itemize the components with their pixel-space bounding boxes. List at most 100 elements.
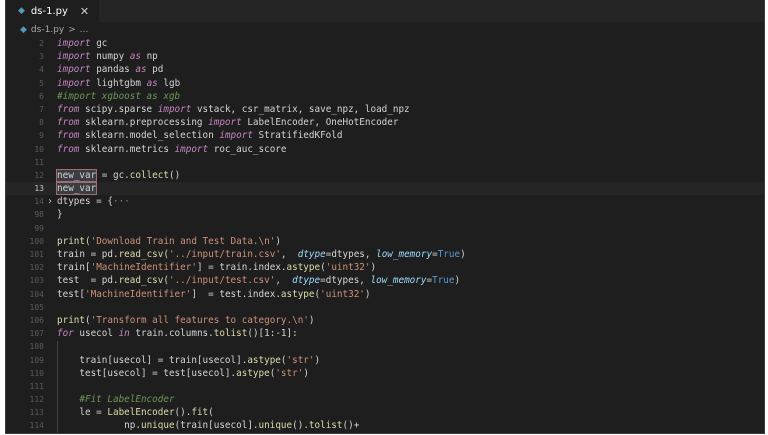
code-text: for usecol in train.columns.tolist()[1:-… xyxy=(57,327,298,340)
selected-text: new_var xyxy=(55,182,98,196)
code-line[interactable]: 98} xyxy=(6,208,764,221)
code-token: as xyxy=(129,51,141,63)
code-line[interactable]: 103 test = pd.read_csv('../input/test.csv… xyxy=(6,274,764,287)
code-line[interactable]: 111 xyxy=(6,380,764,393)
code-text: test['MachineIdentifier'] = test.index.a… xyxy=(57,288,371,301)
code-token: sklearn.model_selection xyxy=(79,130,220,142)
code-line[interactable]: 112 #Fit LabelEncoder xyxy=(6,393,764,406)
code-token: for xyxy=(57,328,74,340)
breadcrumb-symbol[interactable]: ... xyxy=(80,25,89,35)
code-area[interactable]: 2 import gc 3 import numpy as np 4 import pan… xyxy=(6,37,764,433)
code-token: 'Transform all features to category.\n' xyxy=(90,314,309,326)
code-text: #import xgboost as xgb xyxy=(57,90,180,103)
code-line[interactable]: 5 import lightgbm as lgb xyxy=(6,77,764,90)
code-token: fit xyxy=(191,407,209,419)
code-token: import xyxy=(219,130,253,142)
code-token: test[ xyxy=(57,288,85,300)
code-text: import lightgbm as lgb xyxy=(57,77,180,90)
line-number: 108 xyxy=(29,342,44,352)
code-line[interactable]: 100 print('Download Train and Test Data.\… xyxy=(6,235,764,248)
code-token: np xyxy=(140,51,158,63)
code-line[interactable]: 7 from scipy.sparse import vstack, csr_ma… xyxy=(6,103,764,116)
code-line[interactable]: 101 train = pd.read_csv('../input/train.c… xyxy=(6,248,764,261)
code-text: dtypes = {··· xyxy=(57,195,130,208)
code-token: lgb xyxy=(157,77,181,89)
code-token: le = xyxy=(57,407,108,419)
line-number: 2 xyxy=(39,39,44,48)
line-number: 9 xyxy=(39,131,44,141)
code-line[interactable]: 108 xyxy=(6,340,764,353)
code-token: print xyxy=(57,314,85,326)
line-number: 101 xyxy=(29,250,44,259)
code-text: } xyxy=(57,208,63,221)
code-token: ) xyxy=(460,249,466,260)
code-token: , xyxy=(275,275,293,287)
close-icon[interactable]: ✕ xyxy=(80,5,89,18)
line-number: 14 xyxy=(34,197,44,207)
code-token: scipy.sparse xyxy=(79,103,158,115)
tab-bar: ◆ ds-1.py ✕ xyxy=(6,0,764,22)
code-token: ) xyxy=(454,275,461,287)
code-line[interactable]: 114 np.unique(train[usecol].unique().tol… xyxy=(6,419,764,432)
line-number: 107 xyxy=(29,329,44,339)
code-token: ) xyxy=(314,354,321,366)
fold-chevron-icon[interactable]: › xyxy=(47,195,53,208)
code-token: import xyxy=(208,117,242,129)
code-token: import xyxy=(174,143,209,155)
code-line[interactable]: 8 from sklearn.preprocessing import Label… xyxy=(6,116,764,129)
code-line[interactable]: 106 print('Transform all features to cate… xyxy=(6,314,764,327)
line-number: 104 xyxy=(29,289,44,299)
code-token: =dtypes, xyxy=(320,275,371,287)
line-number: 10 xyxy=(34,144,44,154)
code-line[interactable]: 3 import numpy as np xyxy=(6,50,764,63)
selected-text: new_var xyxy=(55,168,98,182)
code-line[interactable]: 13 new_var xyxy=(6,182,764,196)
code-token: sklearn.preprocessing xyxy=(79,117,209,129)
code-line[interactable]: 2 import gc xyxy=(6,37,764,50)
code-line[interactable]: 9 from sklearn.model_selection import Str… xyxy=(6,129,764,142)
code-token: train[ xyxy=(57,262,91,274)
tab-ds-1-py[interactable]: ◆ ds-1.py ✕ xyxy=(6,0,100,22)
code-token: pd xyxy=(146,64,164,76)
code-line[interactable]: 6 #import xgboost as xgb xyxy=(6,90,764,103)
code-token: 'MachineIdentifier' xyxy=(85,288,192,300)
code-token: lightgbm xyxy=(90,77,147,89)
code-token: ) xyxy=(370,262,377,274)
code-line[interactable]: 107 for usecol in train.columns.tolist()[… xyxy=(6,327,764,340)
code-token: ( xyxy=(208,407,214,419)
code-token: import xyxy=(57,64,91,76)
code-line[interactable]: 99 xyxy=(6,222,764,235)
code-token: import xyxy=(57,77,91,89)
code-line[interactable]: 11 xyxy=(6,156,764,169)
code-text: from sklearn.preprocessing import LabelE… xyxy=(57,116,398,129)
code-token: ()[1:-1]: xyxy=(247,328,298,340)
code-line[interactable]: 10 from sklearn.metrics import roc_auc_sc… xyxy=(6,143,764,156)
code-line[interactable]: 102 train['MachineIdentifier'] = train.in… xyxy=(6,261,764,274)
code-text: from sklearn.model_selection import Stra… xyxy=(57,129,342,142)
code-line[interactable]: 105 xyxy=(6,301,764,314)
code-token: test[usecol] = test[usecol]. xyxy=(57,367,237,379)
code-token: StratifiedKFold xyxy=(252,130,343,142)
code-line[interactable]: 110 test[usecol] = test[usecol].astype('… xyxy=(6,367,764,380)
code-token: dtype xyxy=(292,275,321,287)
code-token: train.columns. xyxy=(129,328,214,340)
code-line[interactable]: 109 train[usecol] = train[usecol].astype… xyxy=(6,354,764,367)
code-token: LabelEncoder, OneHotEncoder xyxy=(241,117,399,129)
code-text: le = LabelEncoder().fit( xyxy=(57,406,214,419)
code-line[interactable]: 12 new_var = gc.collect() xyxy=(6,168,764,182)
code-line[interactable]: 104 test['MachineIdentifier'] = test.inde… xyxy=(6,288,764,301)
line-number: 5 xyxy=(39,78,44,88)
code-line[interactable]: 4 import pandas as pd xyxy=(6,63,764,76)
code-token: usecol xyxy=(73,328,119,340)
breadcrumb-file[interactable]: ds-1.py xyxy=(31,25,64,35)
code-token: unique xyxy=(258,420,293,432)
code-token: } xyxy=(57,209,63,221)
code-token: astype xyxy=(286,262,321,274)
code-token: 'str' xyxy=(275,367,304,379)
code-token: 'MachineIdentifier' xyxy=(90,262,197,274)
code-line[interactable]: 14 › dtypes = {··· xyxy=(6,195,764,208)
code-token: test = pd. xyxy=(57,275,119,287)
code-token: '../input/test.csv' xyxy=(168,275,276,287)
code-line[interactable]: 113 le = LabelEncoder().fit( xyxy=(6,406,764,419)
code-token: (train[usecol]. xyxy=(174,420,259,432)
